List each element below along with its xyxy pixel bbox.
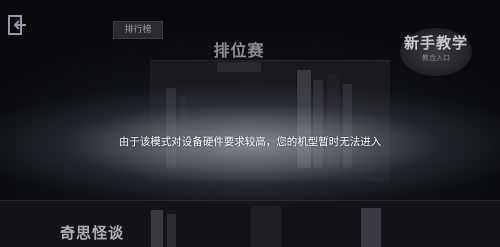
background-book (250, 206, 281, 247)
background-book (342, 84, 352, 168)
background-book (166, 214, 176, 247)
ranked-match-label: 排位赛 (213, 41, 265, 60)
background-book (360, 208, 381, 247)
back-door-icon (6, 15, 30, 40)
background-book (296, 70, 311, 168)
leaderboard-button[interactable]: 排行榜 (113, 21, 163, 39)
ranked-match-button[interactable]: 排位赛 (204, 40, 274, 80)
tutorial-label: 新手教学 (403, 34, 468, 52)
ranked-match-plate (217, 62, 261, 72)
leaderboard-label: 排行榜 (124, 25, 152, 35)
tutorial-button[interactable]: 新手教学 教合入口 (390, 28, 482, 78)
back-button[interactable] (6, 14, 30, 36)
background-book (326, 74, 339, 168)
tutorial-sublabel: 教合入口 (422, 54, 450, 62)
toast-message: 由于该模式对设备硬件要求较高，您的机型暂时无法进入 (118, 136, 382, 148)
background-book (178, 96, 187, 168)
strange-tales-label: 奇思怪谈 (60, 224, 125, 242)
background-book (165, 88, 176, 168)
strange-tales-button[interactable]: 奇思怪谈 (60, 222, 150, 244)
background-book (150, 210, 163, 247)
game-screen: 排行榜 排位赛 新手教学 教合入口 奇思怪谈 由于该模式对设备硬件要求较高，您的… (0, 0, 500, 247)
background-book (312, 80, 323, 168)
